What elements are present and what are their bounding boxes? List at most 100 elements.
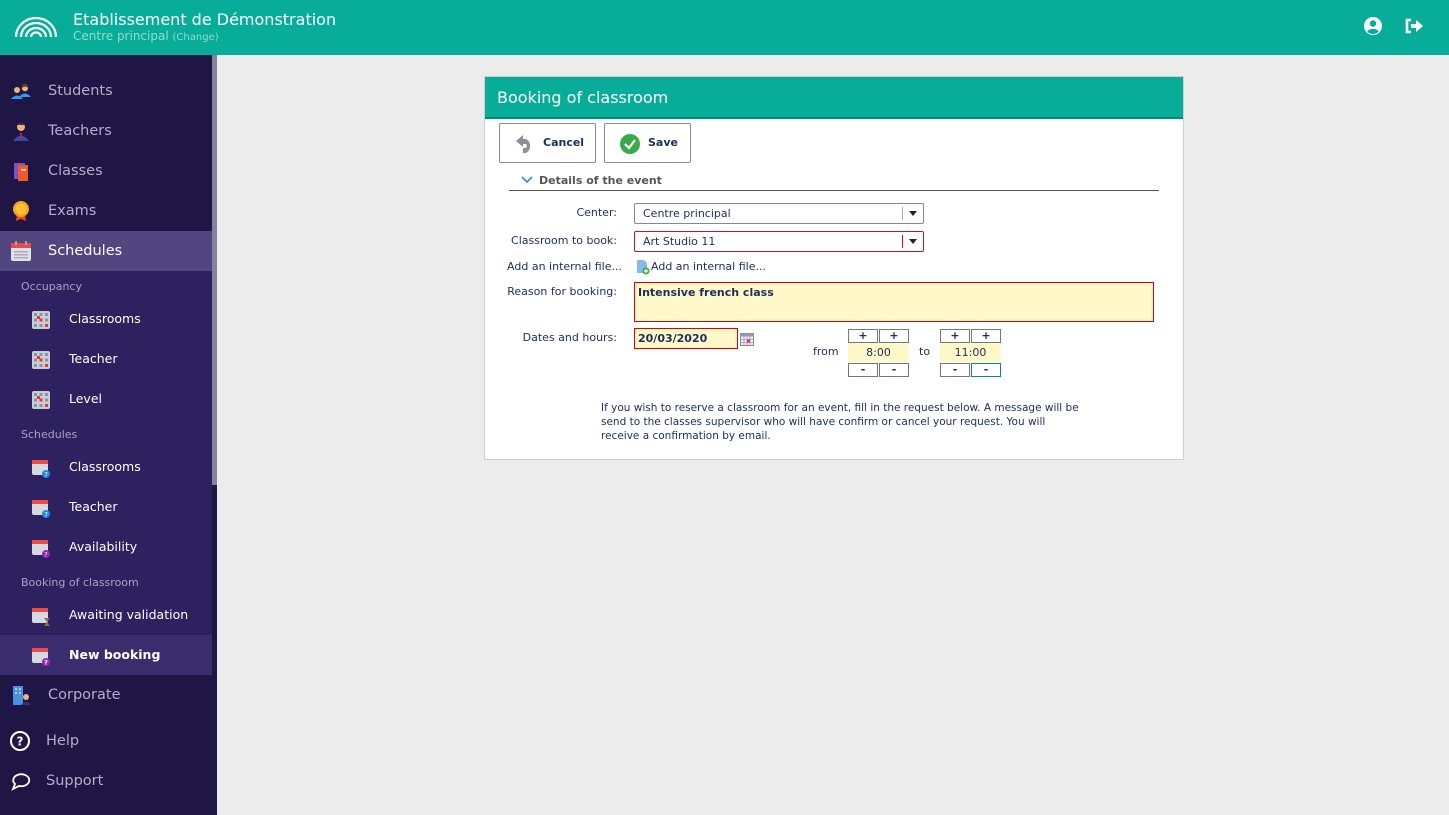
sidebar-item-label: Classes (48, 163, 103, 179)
calendar-question-icon: ? (32, 540, 50, 559)
medal-icon (13, 201, 29, 221)
calendar-seven-icon: 7 (32, 500, 50, 519)
sidebar-item-label: Exams (48, 203, 97, 219)
from-minute-plus-button[interactable]: + (879, 329, 909, 343)
chevron-down-icon[interactable] (521, 175, 533, 185)
sidebar-item-label: Level (69, 391, 102, 406)
center-name: Centre principal (73, 29, 169, 43)
add-file-icon[interactable] (636, 259, 650, 275)
sidebar-item-label: Students (48, 83, 113, 99)
rainbow-logo-icon[interactable] (14, 14, 58, 38)
cancel-label: Cancel (543, 136, 585, 149)
sidebar-item-classes[interactable]: Classes (0, 151, 212, 191)
add-file-link[interactable]: Add an internal file... (651, 260, 766, 273)
sidebar-item-label: Classrooms (69, 311, 141, 326)
sidebar-item-occupancy-classrooms[interactable]: Classrooms (0, 299, 212, 339)
center-label: Center: (576, 206, 617, 219)
section-booking: Booking of classroom (21, 576, 139, 589)
sidebar-item-new-booking[interactable]: ? New booking (0, 635, 212, 675)
calendar-question-icon: ? (32, 648, 50, 667)
to-time-value[interactable]: 11:00 (940, 343, 1001, 362)
sidebar-item-label: Help (46, 733, 80, 749)
select-separator (902, 235, 903, 248)
info-text: If you wish to reserve a classroom for a… (601, 402, 1079, 442)
from-hour-minus-button[interactable]: - (848, 363, 878, 377)
from-time-value[interactable]: 8:00 (848, 343, 909, 362)
undo-arrow-icon (516, 135, 531, 153)
sidebar-item-exams[interactable]: Exams (0, 191, 212, 231)
classroom-select[interactable]: Art Studio 11 (634, 231, 924, 252)
sidebar-item-support[interactable]: Support (0, 761, 212, 801)
chat-icon (11, 773, 31, 791)
sidebar-item-label: Schedules (48, 243, 123, 259)
sidebar-item-students[interactable]: Students (0, 71, 212, 111)
from-minute-minus-button[interactable]: - (879, 363, 909, 377)
classroom-label: Classroom to book: (511, 234, 617, 247)
reason-label: Reason for booking: (507, 285, 617, 298)
sidebar-item-help[interactable]: ? Help (0, 721, 212, 761)
change-center-link[interactable]: (Change) (173, 32, 219, 43)
from-hour-plus-button[interactable]: + (848, 329, 878, 343)
top-bar: Etablissement de Démonstration Centre pr… (0, 0, 1449, 55)
check-circle-icon (620, 134, 640, 154)
help-icon: ? (10, 731, 30, 751)
section-schedules: Schedules (21, 428, 78, 441)
center-subtitle: Centre principal (Change) (73, 29, 219, 43)
establishment-title: Etablissement de Démonstration (73, 10, 337, 29)
to-hour-minus-button[interactable]: - (940, 363, 970, 377)
section-title[interactable]: Details of the event (539, 174, 662, 187)
svg-text:?: ? (44, 552, 47, 559)
sidebar-item-label: Teacher (69, 499, 118, 514)
logout-icon[interactable] (1403, 15, 1425, 37)
sidebar-item-schedules[interactable]: Schedules (0, 231, 212, 271)
sidebar-item-schedules-classrooms[interactable]: 7 Classrooms (0, 447, 212, 487)
svg-text:7: 7 (44, 472, 48, 479)
sidebar-item-schedules-teacher[interactable]: 7 Teacher (0, 487, 212, 527)
sidebar-item-label: Classrooms (69, 459, 141, 474)
save-button[interactable]: Save (604, 123, 691, 163)
sidebar-item-corporate[interactable]: Corporate (0, 675, 212, 715)
reason-textarea[interactable]: Intensive french class (634, 282, 1154, 322)
svg-text:7: 7 (44, 512, 48, 519)
to-hour-plus-button[interactable]: + (940, 329, 970, 343)
building-icon (13, 686, 31, 705)
svg-text:?: ? (17, 735, 24, 749)
sidebar-item-schedules-availability[interactable]: ? Availability (0, 527, 212, 567)
cancel-button[interactable]: Cancel (499, 123, 596, 163)
grid-calendar-icon (32, 351, 50, 369)
file-label: Add an internal file... (507, 260, 622, 273)
to-minute-minus-button[interactable]: - (971, 363, 1001, 377)
calendar-icon (11, 241, 31, 261)
students-icon (11, 83, 31, 99)
save-label: Save (648, 136, 678, 149)
calendar-seven-icon: 7 (32, 460, 50, 479)
grid-calendar-icon (32, 311, 50, 329)
sidebar-item-occupancy-teacher[interactable]: Teacher (0, 339, 212, 379)
sidebar-item-label: Awaiting validation (69, 607, 189, 622)
user-circle-icon[interactable] (1362, 15, 1384, 37)
to-minute-plus-button[interactable]: + (971, 329, 1001, 343)
sidebar-item-teachers[interactable]: Teachers (0, 111, 212, 151)
dates-label: Dates and hours: (522, 331, 617, 344)
sidebar-item-label: Teachers (48, 123, 112, 139)
date-input[interactable]: 20/03/2020 (634, 328, 738, 349)
section-occupancy: Occupancy (21, 280, 82, 293)
grid-calendar-icon (32, 391, 50, 409)
sidebar-item-label: Corporate (48, 687, 121, 703)
sidebar-scrollbar[interactable] (212, 55, 217, 485)
dropdown-arrow-icon (909, 211, 917, 216)
book-icon (14, 163, 28, 181)
section-divider (509, 190, 1159, 191)
select-separator (902, 207, 903, 220)
panel-title: Booking of classroom (485, 77, 1183, 119)
calendar-hourglass-icon (32, 608, 50, 626)
sidebar-item-awaiting-validation[interactable]: Awaiting validation (0, 595, 212, 635)
calendar-picker-icon[interactable] (740, 333, 754, 346)
svg-text:?: ? (44, 660, 48, 667)
booking-panel: Booking of classroom Cancel Save Details… (484, 76, 1184, 460)
sidebar-item-label: Support (46, 773, 104, 789)
sidebar-item-occupancy-level[interactable]: Level (0, 379, 212, 419)
center-select[interactable]: Centre principal (634, 203, 924, 224)
sidebar-item-label: New booking (69, 647, 161, 662)
to-label: to (919, 345, 931, 358)
